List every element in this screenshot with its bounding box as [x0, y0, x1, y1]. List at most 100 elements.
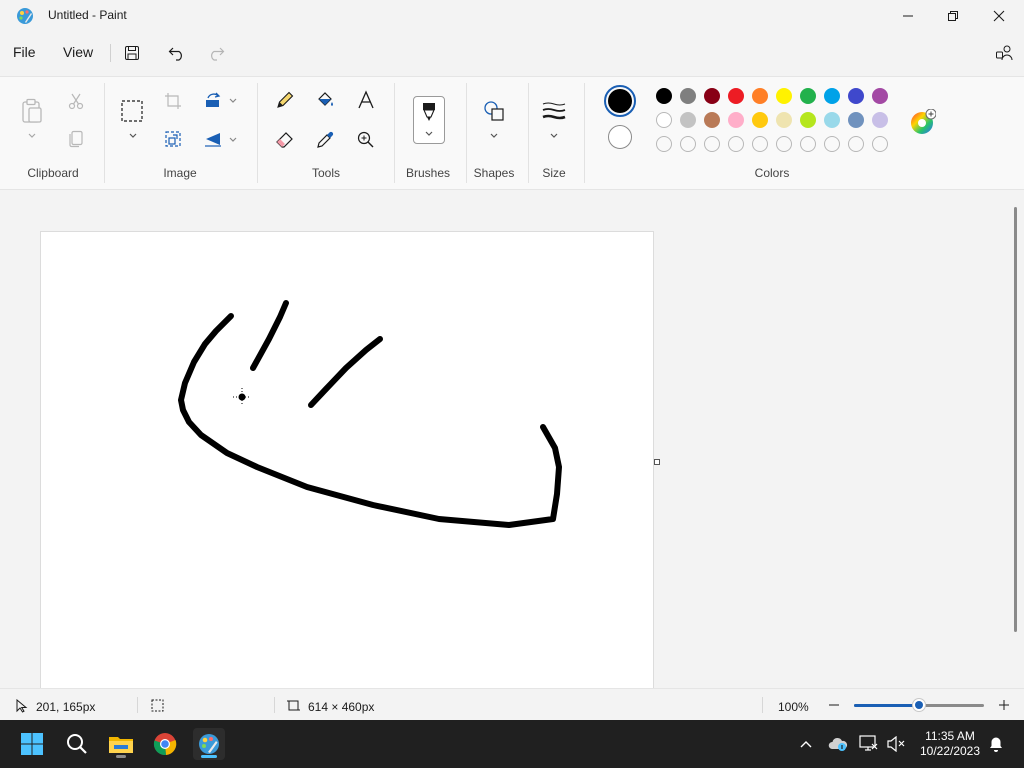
- system-clock[interactable]: 11:35 AM 10/22/2023: [912, 729, 988, 759]
- color-picker-tool[interactable]: [311, 126, 339, 154]
- volume-button[interactable]: [886, 734, 906, 754]
- title-bar: Untitled - Paint: [0, 0, 1024, 32]
- custom-color-slot[interactable]: [752, 136, 768, 152]
- onedrive-button[interactable]: [828, 734, 848, 754]
- color-swatch[interactable]: [752, 112, 768, 128]
- cut-button[interactable]: [62, 87, 90, 115]
- color-swatch[interactable]: [848, 88, 864, 104]
- color-swatch[interactable]: [704, 112, 720, 128]
- chevron-down-icon: [490, 133, 498, 138]
- custom-color-slot[interactable]: [728, 136, 744, 152]
- paint-taskbar-button[interactable]: [193, 728, 225, 760]
- custom-color-slot[interactable]: [872, 136, 888, 152]
- shapes-dropdown[interactable]: [489, 131, 499, 141]
- flip-dropdown[interactable]: [228, 135, 238, 145]
- magnifier-tool[interactable]: [352, 126, 380, 154]
- color-swatch[interactable]: [656, 112, 672, 128]
- restore-icon: [948, 11, 958, 21]
- custom-color-slot[interactable]: [656, 136, 672, 152]
- paint-bucket-icon: [318, 92, 333, 106]
- primary-color-button[interactable]: [604, 85, 636, 117]
- zoom-in-button[interactable]: [996, 697, 1012, 713]
- flip-button[interactable]: [199, 125, 227, 153]
- color-swatch[interactable]: [872, 112, 888, 128]
- chevron-up-icon: [800, 741, 812, 748]
- zoom-out-button[interactable]: [826, 697, 842, 713]
- custom-color-slot[interactable]: [800, 136, 816, 152]
- color-swatch[interactable]: [728, 112, 744, 128]
- color-swatch[interactable]: [800, 112, 816, 128]
- undo-button[interactable]: [165, 42, 189, 64]
- pencil-tool[interactable]: [271, 86, 299, 114]
- rotate-dropdown[interactable]: [228, 96, 238, 106]
- account-button[interactable]: [992, 42, 1016, 64]
- restore-button[interactable]: [930, 0, 976, 32]
- bell-icon: [990, 737, 1002, 752]
- crop-button[interactable]: [159, 87, 187, 115]
- custom-color-slot[interactable]: [704, 136, 720, 152]
- menu-file[interactable]: File: [13, 44, 36, 60]
- rotate-button[interactable]: [199, 87, 227, 115]
- notifications-button[interactable]: [986, 734, 1006, 754]
- custom-color-slot[interactable]: [824, 136, 840, 152]
- zoom-slider-thumb[interactable]: [912, 698, 926, 712]
- search-button[interactable]: [61, 728, 93, 760]
- secondary-color-button[interactable]: [608, 125, 632, 149]
- network-button[interactable]: [859, 734, 879, 754]
- show-hidden-icons-button[interactable]: [796, 734, 816, 754]
- brushes-button[interactable]: [413, 96, 445, 144]
- save-icon: [125, 46, 139, 60]
- menu-view[interactable]: View: [63, 44, 93, 60]
- cursor-position: 201, 165px: [36, 700, 96, 714]
- fill-tool[interactable]: [311, 86, 339, 114]
- custom-color-slot[interactable]: [848, 136, 864, 152]
- redo-button[interactable]: [204, 42, 228, 64]
- brushes-group-label: Brushes: [405, 166, 451, 180]
- color-swatch[interactable]: [728, 88, 744, 104]
- color-swatch[interactable]: [872, 88, 888, 104]
- color-swatch[interactable]: [656, 88, 672, 104]
- size-button[interactable]: [540, 97, 568, 125]
- select-dropdown[interactable]: [128, 131, 138, 141]
- text-tool[interactable]: [352, 86, 380, 114]
- edit-colors-button[interactable]: [910, 108, 937, 134]
- color-swatch[interactable]: [824, 88, 840, 104]
- folder-icon: [109, 737, 133, 753]
- color-swatch[interactable]: [848, 112, 864, 128]
- resize-button[interactable]: [159, 125, 187, 153]
- windows-logo-icon: [21, 733, 43, 755]
- chevron-down-icon: [28, 133, 36, 138]
- paste-button[interactable]: [18, 97, 46, 125]
- shapes-button[interactable]: [480, 97, 508, 125]
- color-swatch[interactable]: [776, 88, 792, 104]
- color-swatch[interactable]: [704, 88, 720, 104]
- color-swatch[interactable]: [680, 88, 696, 104]
- eraser-tool[interactable]: [271, 126, 299, 154]
- select-button[interactable]: [118, 97, 146, 125]
- save-button[interactable]: [120, 42, 144, 64]
- color-swatch[interactable]: [680, 112, 696, 128]
- custom-color-slot[interactable]: [776, 136, 792, 152]
- drawing-canvas[interactable]: [40, 231, 654, 691]
- color-swatch[interactable]: [752, 88, 768, 104]
- vertical-scrollbar[interactable]: [1014, 207, 1017, 632]
- canvas-resize-handle[interactable]: [654, 459, 660, 465]
- drawn-stroke: [308, 336, 383, 408]
- chrome-button[interactable]: [149, 728, 181, 760]
- menu-bar: File View: [0, 34, 1024, 70]
- color-swatch[interactable]: [800, 88, 816, 104]
- paste-dropdown[interactable]: [27, 131, 37, 141]
- minimize-button[interactable]: [885, 0, 931, 32]
- start-button[interactable]: [16, 728, 48, 760]
- file-explorer-button[interactable]: [105, 728, 137, 760]
- copy-button[interactable]: [62, 125, 90, 153]
- paint-app-icon: [16, 7, 34, 25]
- ribbon-separator: [584, 83, 585, 183]
- close-button[interactable]: [976, 0, 1022, 32]
- size-dropdown[interactable]: [549, 131, 559, 141]
- color-swatch[interactable]: [824, 112, 840, 128]
- zoom-slider[interactable]: [854, 698, 984, 712]
- custom-color-slot[interactable]: [680, 136, 696, 152]
- canvas-workspace: [0, 191, 1024, 691]
- color-swatch[interactable]: [776, 112, 792, 128]
